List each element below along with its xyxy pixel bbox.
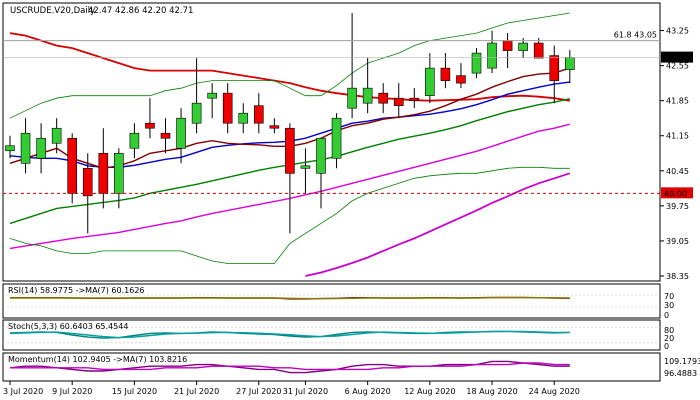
x-tick-label: 31 Jul 2020 xyxy=(283,387,328,396)
y-tick-label: 43.25 xyxy=(666,27,689,36)
candle-body xyxy=(254,105,264,124)
x-tick-label: 12 Aug 2020 xyxy=(404,387,455,396)
fib-level-label: 61.8 43.05 xyxy=(614,31,657,40)
chart-root: 61.8 43.0540.0042.71 43.2542.5541.8541.1… xyxy=(2,2,700,396)
price-panel-frame xyxy=(2,2,661,282)
stoch-title: Stoch(5,3,3) 60.6403 65.4544 xyxy=(8,322,128,331)
price-panel[interactable]: 61.8 43.0540.0042.71 43.2542.5541.8541.1… xyxy=(2,2,693,282)
candle-body xyxy=(456,75,466,84)
indicator-y-tick-label: 0 xyxy=(664,342,669,351)
candle-body xyxy=(191,102,202,124)
candle-body xyxy=(20,132,31,164)
candle-body xyxy=(533,42,544,59)
x-tick-label: 15 Jul 2020 xyxy=(112,387,157,396)
candle-body xyxy=(425,67,435,96)
level-price-label: 40.00 xyxy=(664,189,687,198)
candle-body xyxy=(409,97,420,101)
candle-body xyxy=(378,92,389,104)
stoch-panel[interactable]: 80200 Stoch(5,3,3) 60.6403 65.4544 xyxy=(2,319,674,351)
momentum-panel[interactable]: 109.1793 96.4883 Momentum(14) 102.9405 ->… xyxy=(2,352,700,382)
x-tick-label: 3 Jul 2020 xyxy=(3,387,43,396)
candle-body xyxy=(564,57,575,70)
indicator-y-tick-label: 30 xyxy=(664,301,674,310)
x-tick-label: 24 Aug 2020 xyxy=(529,387,580,396)
ohlc-readout: 42.47 42.86 42.20 42.71 xyxy=(88,6,193,16)
candle-body xyxy=(5,145,15,152)
candle-body xyxy=(98,152,109,194)
candle-body xyxy=(67,137,77,194)
candle-body xyxy=(347,87,357,109)
y-tick-label: 40.45 xyxy=(666,167,689,176)
candle-body xyxy=(393,97,404,106)
candle-body xyxy=(222,92,233,124)
candle-body xyxy=(176,117,186,149)
indicator-y-tick-label: 0 xyxy=(664,311,669,320)
x-tick-label: 9 Jul 2020 xyxy=(52,387,92,396)
momentum-title: Momentum(14) 102.9405 ->MA(7) 103.8216 xyxy=(8,355,187,364)
candle-body xyxy=(549,55,560,81)
x-tick-label: 21 Jul 2020 xyxy=(174,387,219,396)
y-tick-label: 41.85 xyxy=(666,97,689,106)
indicator-y-tick-label: 109.1793 xyxy=(664,357,700,366)
y-tick-label: 42.55 xyxy=(666,62,689,71)
candle-body xyxy=(51,127,62,144)
x-tick-label: 18 Aug 2020 xyxy=(466,387,517,396)
candle-body xyxy=(502,40,513,51)
indicator-line xyxy=(10,297,570,300)
candle-body xyxy=(160,132,171,139)
candle-body xyxy=(285,127,295,174)
candle-body xyxy=(36,137,46,159)
candle-body xyxy=(145,122,155,129)
x-tick-label: 6 Aug 2020 xyxy=(345,387,391,396)
y-tick-label: 39.05 xyxy=(666,237,689,246)
indicator-y-tick-label: 70 xyxy=(664,292,674,301)
candle-body xyxy=(300,165,311,169)
indicator-y-tick-label: 96.4883 xyxy=(664,369,697,378)
candle-body xyxy=(269,125,280,129)
candle-body xyxy=(207,92,217,99)
y-tick-label: 41.15 xyxy=(666,132,689,141)
y-tick-label: 39.75 xyxy=(666,202,689,211)
x-axis: 3 Jul 2020 9 Jul 2020 15 Jul 2020 21 Jul 20… xyxy=(3,381,580,396)
candle-body xyxy=(362,87,373,104)
candle-body xyxy=(487,42,497,69)
candle-body xyxy=(114,152,124,194)
candle-body xyxy=(331,117,342,159)
rsi-panel[interactable]: 70300 RSI(14) 58.9775 ->MA(7) 60.1626 xyxy=(2,283,674,320)
rsi-title: RSI(14) 58.9775 ->MA(7) 60.1626 xyxy=(8,286,145,295)
y-tick-label: 38.35 xyxy=(666,272,689,281)
candle-body xyxy=(129,132,140,149)
symbol-title: USCRUDE.V20,Daily xyxy=(10,6,95,16)
candle-body xyxy=(82,167,93,197)
x-tick-label: 27 Jul 2020 xyxy=(236,387,281,396)
candle-body xyxy=(518,42,528,51)
candle-body xyxy=(471,52,482,74)
candle-body xyxy=(440,67,451,81)
candle[interactable] xyxy=(67,133,77,204)
candle-body xyxy=(316,137,326,174)
candle-body xyxy=(238,112,249,124)
